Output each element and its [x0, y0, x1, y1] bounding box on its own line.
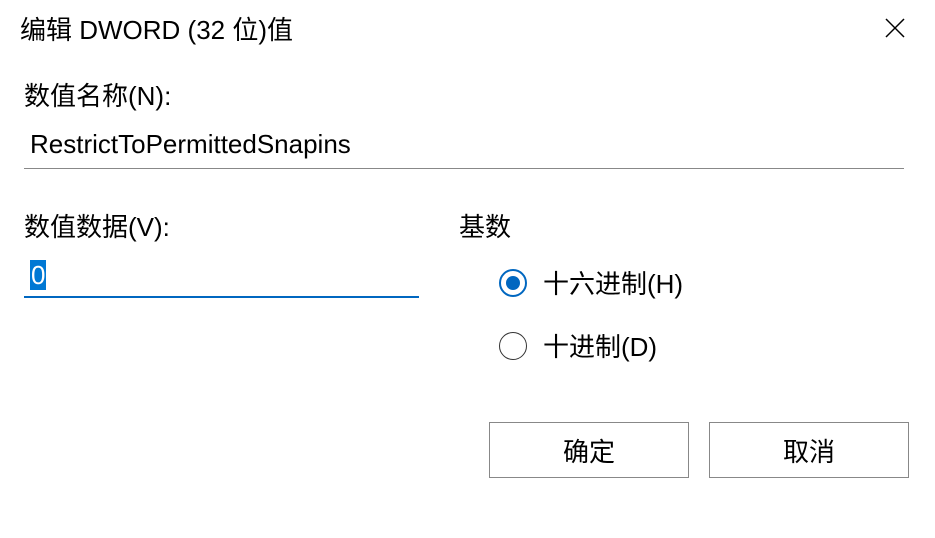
close-button[interactable] [875, 8, 915, 48]
radio-dec[interactable]: 十进制(D) [499, 327, 911, 364]
value-data-selected: 0 [30, 260, 46, 290]
radio-hex-label: 十六进制(H) [543, 264, 683, 301]
radix-group: 十六进制(H) 十进制(D) [459, 264, 911, 364]
value-data-input[interactable]: 0 [24, 254, 419, 298]
dialog-title: 编辑 DWORD (32 位)值 [20, 10, 293, 47]
radio-hex-circle [499, 269, 527, 297]
radio-dec-label: 十进制(D) [543, 327, 657, 364]
button-row: 确定 取消 [24, 422, 911, 478]
close-icon [883, 16, 907, 40]
ok-button[interactable]: 确定 [489, 422, 689, 478]
cancel-button[interactable]: 取消 [709, 422, 909, 478]
radix-legend: 基数 [459, 207, 911, 244]
value-data-label: 数值数据(V): [24, 207, 419, 244]
value-name-label: 数值名称(N): [24, 76, 911, 113]
value-name-input[interactable] [24, 123, 904, 169]
radio-dec-circle [499, 332, 527, 360]
radio-dot-icon [506, 276, 520, 290]
dialog-content: 数值名称(N): 数值数据(V): 0 基数 十六进制(H) 十进制(D) [0, 56, 935, 502]
radio-hex[interactable]: 十六进制(H) [499, 264, 911, 301]
titlebar: 编辑 DWORD (32 位)值 [0, 0, 935, 56]
